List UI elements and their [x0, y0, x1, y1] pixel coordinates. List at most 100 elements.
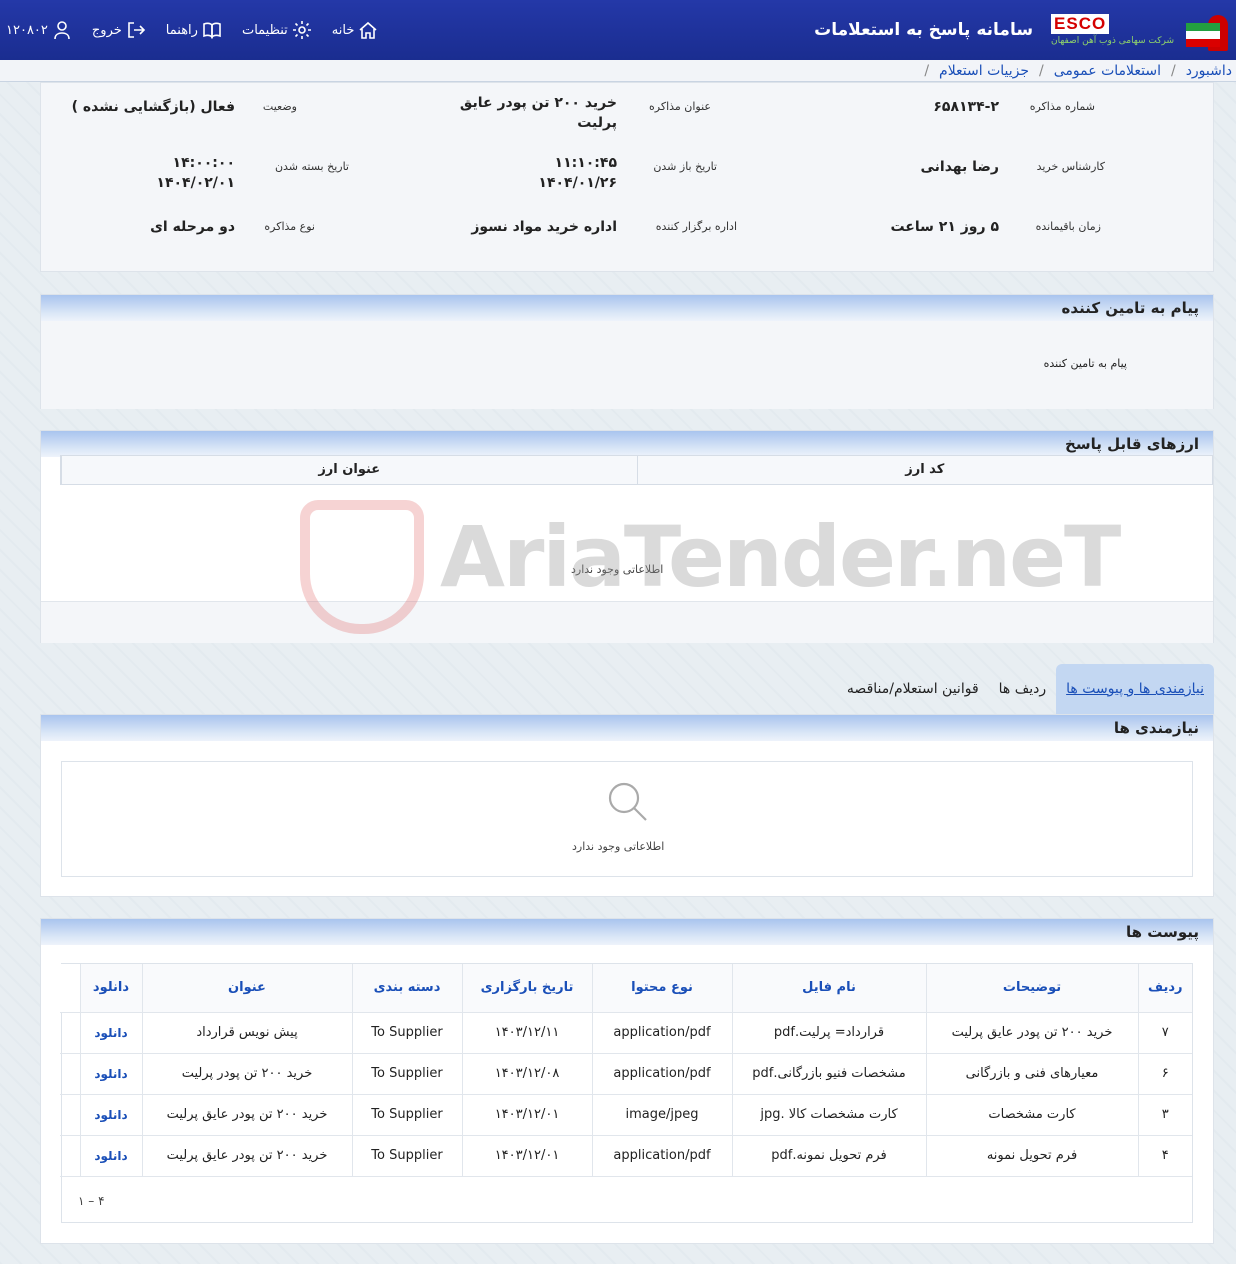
cell-description: کارت مشخصات [925, 1094, 1138, 1136]
column-header-title[interactable]: عنوان [141, 964, 352, 1013]
book-icon [203, 22, 221, 39]
currencies-empty-message: اطلاعاتی وجود ندارد [571, 563, 664, 576]
cell-content-type: application/pdf [591, 1135, 732, 1177]
download-link[interactable]: دانلود [79, 1012, 142, 1054]
user-id: ۱۲۰۸۰۲ [6, 22, 48, 38]
gear-icon [292, 21, 311, 39]
attachments-table-wrap: ردیف توضیحات نام فایل نوع محتوا تاریخ با… [60, 963, 1193, 1223]
guide-button[interactable]: راهنما [166, 20, 222, 40]
column-header-content-type[interactable]: نوع محتوا [591, 964, 732, 1013]
breadcrumb-dashboard[interactable]: داشبورد [1186, 63, 1232, 79]
cell-file-name: فرم تحویل نمونه.pdf [731, 1135, 926, 1177]
cell-upload-date: ۱۴۰۳/۱۲/۰۸ [461, 1053, 592, 1095]
settings-label: تنظیمات [241, 22, 288, 38]
download-link[interactable]: دانلود [79, 1053, 142, 1095]
download-link[interactable]: دانلود [79, 1094, 142, 1136]
close-date: ۱۴۰۴/۰۲/۰۱ [156, 175, 235, 191]
close-date-label: تاریخ بسته شدن [274, 160, 349, 173]
cell-file-name: کارت مشخصات کالا .jpg [731, 1094, 926, 1136]
cell-spacer [60, 1135, 80, 1177]
title-label: عنوان مذاکره [649, 100, 711, 113]
tab-rows[interactable]: ردیف ها [989, 664, 1056, 714]
supplier-message-title: پیام به تامین کننده [41, 295, 1213, 321]
expert-label: کارشناس خرید [1036, 160, 1105, 173]
top-nav: ۱۲۰۸۰۲ خروج راهنما تنظیمات خانه [6, 0, 378, 60]
currencies-footer-row [41, 601, 1213, 643]
close-time: ۱۴:۰۰:۰۰ [172, 155, 235, 171]
column-header-spacer [60, 964, 80, 1013]
requirements-empty-message: اطلاعاتی وجود ندارد [572, 840, 665, 853]
detail-tabs: نیازمندی ها و پیوست ها ردیف ها قوانین اس… [837, 664, 1214, 714]
organizer-label: اداره برگزار کننده [655, 220, 737, 233]
cell-spacer [60, 1053, 80, 1095]
cell-description: معیارهای فنی و بازرگانی [925, 1053, 1138, 1095]
negotiation-number: ۶۵۸۱۳۴-۲ [933, 99, 999, 115]
pagination-info: ۱ – ۴ [78, 1194, 105, 1208]
column-header-currency-name[interactable]: عنوان ارز [61, 456, 637, 484]
home-icon [359, 21, 377, 39]
breadcrumb-public-inquiries[interactable]: استعلامات عمومی [1054, 63, 1161, 79]
brand: ESCO شرکت سهامی ذوب آهن اصفهان سامانه پا… [814, 0, 1236, 60]
cell-row: ۳ [1137, 1094, 1192, 1136]
cell-title: پیش نویس قرارداد [141, 1012, 352, 1054]
negotiation-title: خرید ۲۰۰ تن پودر عایق پرلیت [459, 95, 617, 131]
user-menu[interactable]: ۱۲۰۸۰۲ [6, 20, 72, 40]
breadcrumb-separator: / [924, 62, 930, 79]
column-header-download[interactable]: دانلود [79, 964, 142, 1013]
cell-category: To Supplier [351, 1012, 462, 1054]
logout-icon [127, 22, 145, 38]
home-label: خانه [331, 22, 355, 38]
cell-upload-date: ۱۴۰۳/۱۲/۰۱ [461, 1135, 592, 1177]
company-logo [1178, 3, 1228, 57]
column-header-file-name[interactable]: نام فایل [731, 964, 926, 1013]
cell-title: خرید ۲۰۰ تن پودر عایق پرلیت [141, 1135, 352, 1177]
cell-file-name: قرارداد= پرلیت.pdf [731, 1012, 926, 1054]
type-value: دو مرحله ای [150, 219, 235, 235]
cell-category: To Supplier [351, 1094, 462, 1136]
breadcrumb-separator: / [1039, 62, 1044, 79]
attachments-table: ردیف توضیحات نام فایل نوع محتوا تاریخ با… [60, 964, 1192, 1177]
logout-button[interactable]: خروج [92, 20, 146, 40]
cell-category: To Supplier [351, 1053, 462, 1095]
column-header-row[interactable]: ردیف [1137, 964, 1192, 1013]
tab-requirements-attachments[interactable]: نیازمندی ها و پیوست ها [1056, 664, 1214, 714]
type-label: نوع مذاکره [264, 220, 315, 233]
cell-title: خرید ۲۰۰ تن پودر پرلیت [141, 1053, 352, 1095]
cell-content-type: application/pdf [591, 1053, 732, 1095]
requirements-empty-box: اطلاعاتی وجود ندارد [61, 761, 1193, 877]
iran-flag-icon [1186, 23, 1220, 47]
column-header-description[interactable]: توضیحات [925, 964, 1138, 1013]
logout-label: خروج [91, 22, 122, 38]
currencies-panel: ارزهای قابل پاسخ کد ارز عنوان ارز اطلاعا… [40, 430, 1214, 643]
top-bar: ESCO شرکت سهامی ذوب آهن اصفهان سامانه پا… [0, 0, 1236, 60]
table-row: ۴ فرم تحویل نمونه فرم تحویل نمونه.pdf ap… [60, 1135, 1192, 1177]
cell-description: فرم تحویل نمونه [925, 1135, 1138, 1177]
column-header-currency-code[interactable]: کد ارز [636, 456, 1213, 484]
guide-label: راهنما [165, 22, 198, 38]
tab-rules[interactable]: قوانین استعلام/مناقصه [837, 664, 989, 714]
user-icon [54, 21, 70, 40]
column-header-upload-date[interactable]: تاریخ بارگزاری [461, 964, 592, 1013]
breadcrumb-inquiry-details[interactable]: جزییات استعلام [939, 63, 1029, 79]
esco-subtitle: شرکت سهامی ذوب آهن اصفهان [1051, 36, 1174, 46]
remaining-value: ۵ روز ۲۱ ساعت [890, 219, 999, 235]
table-row: ۳ کارت مشخصات کارت مشخصات کالا .jpg imag… [60, 1094, 1192, 1136]
cell-description: خرید ۲۰۰ تن پودر عایق پرلیت [925, 1012, 1138, 1054]
cell-category: To Supplier [351, 1135, 462, 1177]
table-row: ۷ خرید ۲۰۰ تن پودر عایق پرلیت قرارداد= پ… [60, 1012, 1192, 1054]
column-header-category[interactable]: دسته بندی [351, 964, 462, 1013]
organizer-value: اداره خرید مواد نسوز [471, 219, 617, 235]
cell-content-type: application/pdf [591, 1012, 732, 1054]
app-title: سامانه پاسخ به استعلامات [814, 20, 1034, 40]
cell-title: خرید ۲۰۰ تن پودر عایق پرلیت [141, 1094, 352, 1136]
settings-button[interactable]: تنظیمات [242, 20, 312, 40]
negotiation-number-label: شماره مذاکره [1029, 100, 1095, 113]
cell-spacer [60, 1012, 80, 1054]
status-value: فعال (بازگشایی نشده ) [71, 99, 235, 115]
download-link[interactable]: دانلود [79, 1135, 142, 1177]
home-button[interactable]: خانه [332, 20, 379, 40]
requirements-title: نیازمندی ها [41, 715, 1213, 741]
requirements-panel: نیازمندی ها اطلاعاتی وجود ندارد [40, 714, 1214, 897]
status-label: وضعیت [262, 100, 297, 113]
breadcrumb: داشبورد / استعلامات عمومی / جزییات استعل… [0, 60, 1236, 82]
